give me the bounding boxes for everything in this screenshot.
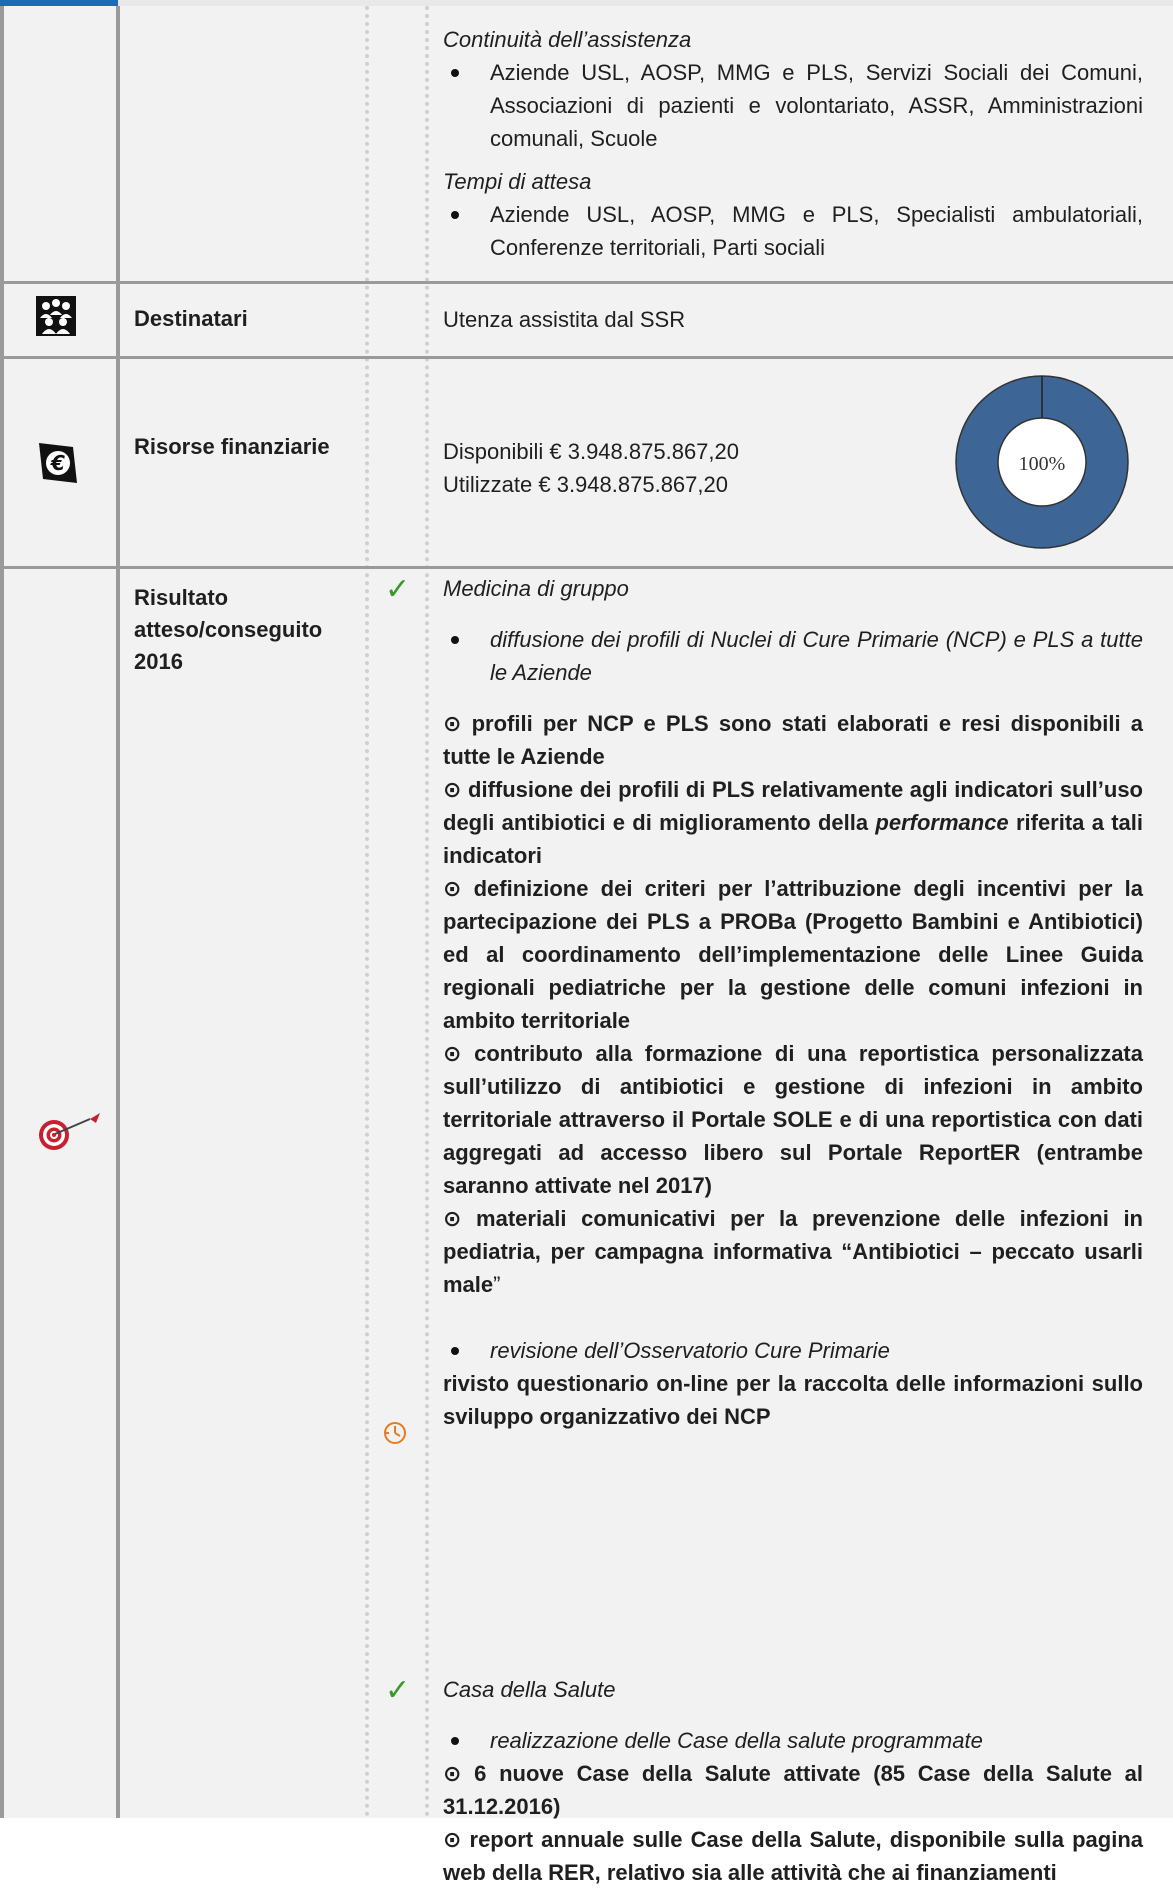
group-outcome-4: ⊙ contributo alla formazione di una repo… bbox=[443, 1041, 1143, 1198]
group-outcome-1: ⊙ profili per NCP e PLS sono stati elabo… bbox=[443, 711, 1143, 769]
house-outcome-1: ⊙ 6 nuove Case della Salute attivate (85… bbox=[443, 1761, 1143, 1819]
people-icon bbox=[36, 296, 76, 341]
target-icon bbox=[34, 1105, 104, 1160]
euro-icon: € bbox=[35, 441, 79, 490]
table-left-border bbox=[0, 6, 4, 1818]
column-divider-dotted bbox=[425, 6, 429, 1818]
svg-text:€: € bbox=[50, 451, 65, 475]
continuity-item: Aziende USL, AOSP, MMG e PLS, Servizi So… bbox=[443, 56, 1143, 155]
resources-label: Risorse finanziarie bbox=[134, 434, 330, 459]
resources-donut-chart: 100% bbox=[947, 369, 1137, 560]
health-house-section: Casa della Salute realizzazione delle Ca… bbox=[443, 1673, 1143, 1889]
house-outcome-2: ⊙ report annuale sulle Case della Salute… bbox=[443, 1827, 1143, 1885]
resources-available: Disponibili € 3.948.875.867,20 bbox=[443, 439, 740, 464]
group-medicine-section: Medicina di gruppo diffusione dei profil… bbox=[443, 572, 1143, 1433]
recipients-label: Destinatari bbox=[134, 306, 248, 331]
column-divider-dotted bbox=[365, 6, 369, 1818]
achieved-check-icon: ✓ bbox=[385, 573, 411, 606]
group-bullet-observatory: revisione dell’Osservatorio Cure Primari… bbox=[443, 1334, 1143, 1367]
donut-svg: 100% bbox=[955, 375, 1129, 549]
row-divider bbox=[0, 281, 1173, 284]
house-bullet: realizzazione delle Case della salute pr… bbox=[443, 1724, 1143, 1757]
resources-amounts: Disponibili € 3.948.875.867,20 Utilizzat… bbox=[443, 435, 773, 501]
donut-center-label: 100% bbox=[1019, 453, 1066, 475]
group-bullet-profiles: diffusione dei profili di Nuclei di Cure… bbox=[443, 623, 1143, 689]
waiting-heading: Tempi di attesa bbox=[443, 169, 592, 194]
column-divider bbox=[116, 6, 120, 1818]
group-outcome-5: ⊙ materiali comunicativi per la prevenzi… bbox=[443, 1206, 1143, 1297]
achieved-check-icon: ✓ bbox=[385, 1674, 411, 1707]
resources-used: Utilizzate € 3.948.875.867,20 bbox=[443, 472, 728, 497]
continuity-section: Continuità dell’assistenza Aziende USL, … bbox=[443, 23, 1143, 264]
row-divider bbox=[0, 566, 1173, 569]
waiting-item: Aziende USL, AOSP, MMG e PLS, Specialist… bbox=[443, 198, 1143, 264]
in-progress-clock-icon bbox=[382, 1420, 408, 1451]
group-heading: Medicina di gruppo bbox=[443, 576, 629, 601]
row-divider bbox=[0, 356, 1173, 359]
recipients-value: Utenza assistita dal SSR bbox=[443, 307, 686, 332]
group-outcome-3: ⊙ definizione dei criteri per l’attribuz… bbox=[443, 876, 1143, 1033]
results-label: Risultato atteso/conseguito 2016 bbox=[134, 585, 323, 674]
group-outcome-2: ⊙ diffusione dei profili di PLS relativa… bbox=[443, 777, 1143, 868]
report-table: Continuità dell’assistenza Aziende USL, … bbox=[0, 6, 1173, 1885]
house-heading: Casa della Salute bbox=[443, 1677, 616, 1702]
continuity-heading: Continuità dell’assistenza bbox=[443, 27, 692, 52]
group-outcome-6: rivisto questionario on-line per la racc… bbox=[443, 1371, 1143, 1429]
